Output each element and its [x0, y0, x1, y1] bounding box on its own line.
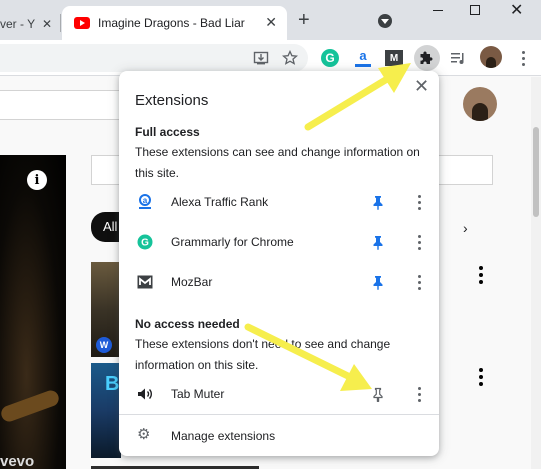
media-controls-icon[interactable] [447, 47, 469, 69]
extension-row-grammarly[interactable]: G Grammarly for Chrome [119, 222, 439, 262]
mozbar-icon [137, 274, 153, 290]
filter-chip-all[interactable]: All [91, 212, 119, 242]
extension-more-icon[interactable] [416, 274, 422, 290]
pin-icon[interactable] [370, 234, 386, 250]
install-app-icon[interactable] [250, 47, 272, 69]
popup-title: Extensions [135, 92, 209, 109]
alexa-toolbar-icon[interactable]: a [352, 47, 374, 69]
extension-row-alexa[interactable]: a Alexa Traffic Rank [119, 182, 439, 222]
extension-name: Tab Muter [171, 387, 225, 401]
profile-avatar[interactable] [480, 46, 502, 68]
svg-text:a: a [143, 196, 148, 205]
thumbnail-letter: B [105, 373, 120, 395]
youtube-search-input[interactable] [0, 90, 125, 120]
extension-more-icon[interactable] [416, 194, 422, 210]
tab-search-icon[interactable] [378, 14, 392, 28]
vevo-watermark: vevo [0, 453, 35, 469]
grammarly-icon: G [137, 234, 153, 250]
video-more-icon[interactable] [479, 266, 483, 284]
manage-extensions-row[interactable]: ⚙ Manage extensions [119, 415, 439, 455]
extensions-popup: Extensions ✕ Full access These extension… [119, 71, 439, 456]
no-access-heading: No access needed [135, 317, 240, 331]
info-icon[interactable]: i [27, 170, 47, 190]
maximize-icon[interactable] [470, 5, 480, 15]
speaker-icon [137, 386, 153, 402]
extension-more-icon[interactable] [416, 234, 422, 250]
bookmark-star-icon[interactable] [279, 47, 301, 69]
extension-row-tab-muter[interactable]: Tab Muter [119, 374, 439, 414]
full-access-description: These extensions can see and change info… [135, 145, 420, 180]
pin-outline-icon[interactable] [370, 386, 386, 403]
tab-active-title: Imagine Dragons - Bad Liar - Y [98, 16, 248, 30]
extension-name: Alexa Traffic Rank [171, 195, 269, 209]
tab-separator [60, 14, 61, 32]
youtube-favicon-icon [74, 17, 90, 29]
extension-name: Grammarly for Chrome [171, 235, 294, 249]
tab-active[interactable]: Imagine Dragons - Bad Liar - Y ✕ [62, 6, 287, 40]
tab-close-icon[interactable]: ✕ [42, 17, 52, 31]
pin-icon[interactable] [370, 194, 386, 210]
tab-strip: ver - Y ✕ Imagine Dragons - Bad Liar - Y… [0, 0, 541, 40]
mozbar-toolbar-icon[interactable]: M [383, 47, 405, 69]
pin-icon[interactable] [370, 274, 386, 290]
alexa-icon: a [137, 194, 153, 210]
tab-inactive-label: ver - Y [0, 17, 36, 31]
extension-row-mozbar[interactable]: MozBar [119, 262, 439, 302]
extension-name: MozBar [171, 275, 213, 289]
no-access-description: These extensions don't need to see and c… [135, 337, 391, 372]
youtube-account-avatar[interactable] [463, 87, 497, 121]
grammarly-toolbar-icon[interactable]: G [319, 47, 341, 69]
tab-close-icon[interactable]: ✕ [265, 14, 277, 31]
extension-more-icon[interactable] [416, 386, 422, 402]
video-more-icon[interactable] [479, 368, 483, 386]
scrollbar-thumb[interactable] [533, 127, 539, 217]
popup-close-icon[interactable]: ✕ [414, 76, 429, 97]
window-close-icon[interactable]: ✕ [510, 0, 523, 20]
full-access-heading: Full access [135, 125, 200, 139]
minimize-icon[interactable] [433, 10, 443, 11]
manage-extensions-label: Manage extensions [171, 429, 276, 443]
chrome-menu-icon[interactable] [512, 47, 534, 69]
extensions-puzzle-icon[interactable] [414, 45, 440, 71]
svg-text:G: G [141, 238, 149, 249]
tab-inactive[interactable]: ver - Y ✕ [0, 8, 60, 40]
warner-music-logo-icon: W [96, 337, 112, 353]
new-tab-button[interactable]: + [298, 10, 310, 30]
video-thumbnail[interactable]: B [91, 363, 121, 458]
chevron-right-icon[interactable]: › [463, 220, 468, 236]
video-player[interactable] [0, 155, 66, 469]
gear-icon: ⚙ [137, 426, 151, 443]
